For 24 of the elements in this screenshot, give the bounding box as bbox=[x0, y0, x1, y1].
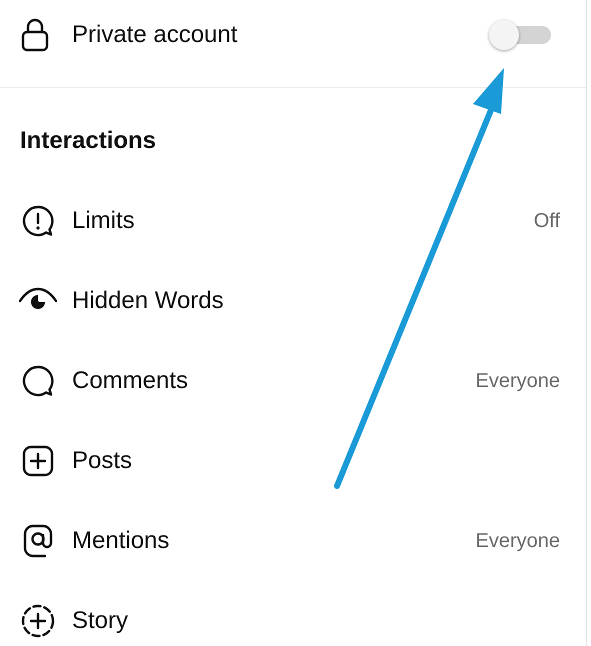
setting-value: Everyone bbox=[476, 369, 560, 394]
toggle-switch[interactable] bbox=[489, 18, 551, 52]
settings-row[interactable]: Limits Off bbox=[0, 181, 586, 261]
setting-label: Hidden Words bbox=[72, 286, 224, 316]
comment-bubble-icon bbox=[21, 364, 55, 398]
setting-label: Private account bbox=[72, 20, 238, 50]
section-heading: Interactions bbox=[20, 126, 156, 156]
alert-bubble-icon bbox=[21, 204, 55, 238]
dashed-plus-circle-icon bbox=[20, 603, 56, 639]
setting-label: Comments bbox=[72, 366, 188, 396]
setting-value: Everyone bbox=[476, 529, 560, 554]
settings-row[interactable]: Hidden Words bbox=[0, 261, 586, 341]
setting-label: Limits bbox=[72, 206, 135, 236]
at-sign-icon bbox=[21, 523, 55, 559]
settings-row[interactable]: Posts bbox=[0, 421, 586, 501]
settings-row[interactable]: Story bbox=[0, 581, 586, 646]
setting-label: Mentions bbox=[72, 526, 170, 556]
settings-row[interactable]: Mentions Everyone bbox=[0, 501, 586, 581]
setting-value: Off bbox=[534, 209, 560, 234]
setting-label: Story bbox=[72, 606, 128, 636]
setting-label: Posts bbox=[72, 446, 132, 476]
settings-row[interactable]: Comments Everyone bbox=[0, 341, 586, 421]
lock-icon bbox=[20, 18, 50, 52]
plus-square-icon bbox=[21, 444, 55, 478]
